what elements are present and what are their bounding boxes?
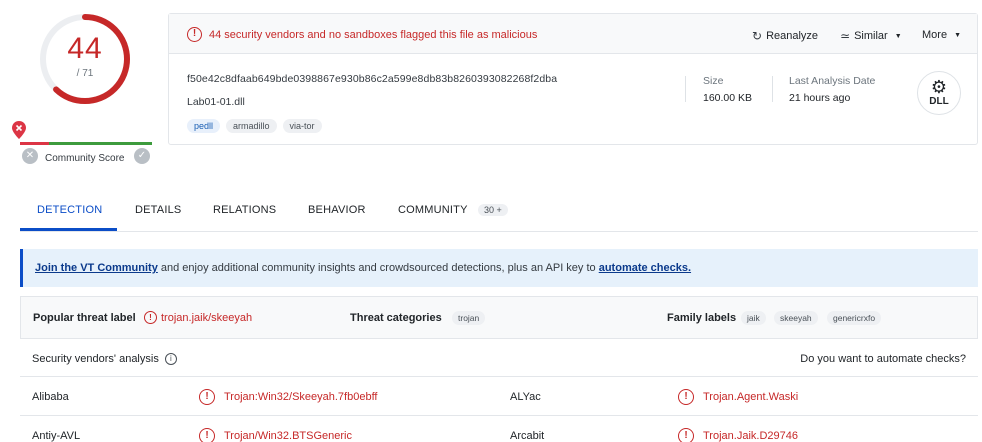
vendor-name: Alibaba (32, 391, 69, 403)
tag[interactable]: via-tor (282, 119, 322, 133)
detection-count: 44 (67, 32, 103, 65)
community-count-badge: 30 + (478, 204, 508, 216)
vendor-name: Arcabit (510, 430, 545, 442)
vendor-result: Trojan:Win32/Skeeyah.7fb0ebff (224, 391, 378, 403)
file-summary-card: ! 44 security vendors and no sandboxes f… (168, 13, 978, 145)
divider (685, 76, 686, 102)
tab-relations[interactable]: RELATIONS (213, 204, 276, 216)
reanalyze-button[interactable]: ↻ Reanalyze (752, 29, 818, 43)
gear-icon: ⚙ (930, 77, 948, 97)
vendors-header: Security vendors' analysis i Do you want… (20, 345, 978, 377)
file-hash[interactable]: f50e42c8dfaab649bde0398867e930b86c2a599e… (187, 73, 557, 85)
alert-icon: ! (678, 389, 694, 405)
table-row: Antiy-AVL ! Trojan/Win32.BTSGeneric Arca… (20, 417, 978, 442)
divider (772, 76, 773, 102)
report-tabs: DETECTION DETAILS RELATIONS BEHAVIOR COM… (20, 196, 978, 232)
community-banner: Join the VT Community and enjoy addition… (20, 249, 978, 287)
chevron-down-icon: ▼ (894, 32, 902, 40)
file-type-label: DLL (929, 96, 949, 107)
last-analysis-value: 21 hours ago (789, 92, 851, 104)
tag[interactable]: pedll (187, 119, 221, 133)
more-button[interactable]: More ▼ (922, 29, 961, 41)
threat-labels-row: Popular threat label ! trojan.jaik/skeey… (20, 296, 978, 339)
family-label-pill[interactable]: skeeyah (774, 311, 818, 325)
engine-total: / 71 (76, 68, 94, 79)
detection-score-widget: 44 / 71 ✕ Community Score ✓ (0, 0, 160, 170)
chevron-down-icon: ▼ (954, 31, 961, 39)
vendor-name: Antiy-AVL (32, 430, 81, 442)
popular-threat-label: Popular threat label (33, 312, 136, 324)
tab-community[interactable]: COMMUNITY (398, 204, 468, 216)
automate-checks-link[interactable]: automate checks. (599, 262, 691, 274)
vendor-name: ALYac (510, 391, 541, 403)
family-label-pill[interactable]: genericrxfo (827, 311, 882, 325)
threat-category-pill[interactable]: trojan (452, 311, 486, 325)
alert-icon: ! (199, 389, 215, 405)
active-tab-indicator (20, 228, 117, 231)
tab-behavior[interactable]: BEHAVIOR (308, 204, 366, 216)
info-icon[interactable]: i (164, 353, 177, 365)
family-labels-label: Family labels (667, 312, 737, 324)
banner-text: Join the VT Community and enjoy addition… (35, 262, 692, 274)
alert-icon: ! (144, 311, 157, 324)
family-label-pill[interactable]: jaik (741, 311, 766, 325)
file-type-badge: ⚙ DLL (917, 71, 961, 115)
tab-detection[interactable]: DETECTION (37, 204, 102, 216)
popular-threat-value[interactable]: trojan.jaik/skeeyah (161, 312, 252, 324)
community-score-label: Community Score (45, 153, 125, 164)
vote-harmless-icon[interactable]: ✓ (134, 148, 150, 164)
alert-icon: ! (678, 428, 694, 442)
similar-icon: ≃ (840, 29, 851, 43)
alert-text: 44 security vendors and no sandboxes fla… (209, 29, 538, 41)
file-tags: pedll armadillo via-tor (187, 119, 322, 133)
similar-button[interactable]: ≃ Similar ▼ (840, 29, 902, 43)
alert-icon: ! (187, 27, 202, 42)
vendors-title: Security vendors' analysis i (32, 353, 177, 365)
vendor-result: Trojan.Agent.Waski (703, 391, 799, 403)
alert-row: ! 44 security vendors and no sandboxes f… (169, 14, 977, 54)
community-score-bar (20, 142, 152, 145)
alert-icon: ! (199, 428, 215, 442)
vendor-result: Trojan.Jaik.D29746 (703, 430, 798, 442)
malicious-pin-icon (12, 121, 26, 139)
tab-details[interactable]: DETAILS (135, 204, 181, 216)
vendor-result: Trojan/Win32.BTSGeneric (224, 430, 352, 442)
vote-malicious-icon[interactable]: ✕ (22, 148, 38, 164)
join-community-link[interactable]: Join the VT Community (35, 262, 158, 274)
size-label: Size (703, 75, 724, 87)
automate-checks-prompt[interactable]: Do you want to automate checks? (800, 353, 966, 365)
last-analysis-label: Last Analysis Date (789, 75, 876, 87)
tag[interactable]: armadillo (226, 119, 277, 133)
refresh-icon: ↻ (752, 29, 763, 43)
table-row: Alibaba ! Trojan:Win32/Skeeyah.7fb0ebff … (20, 378, 978, 416)
size-value: 160.00 KB (703, 92, 753, 104)
file-name: Lab01-01.dll (187, 96, 245, 108)
threat-categories-label: Threat categories (350, 312, 442, 324)
